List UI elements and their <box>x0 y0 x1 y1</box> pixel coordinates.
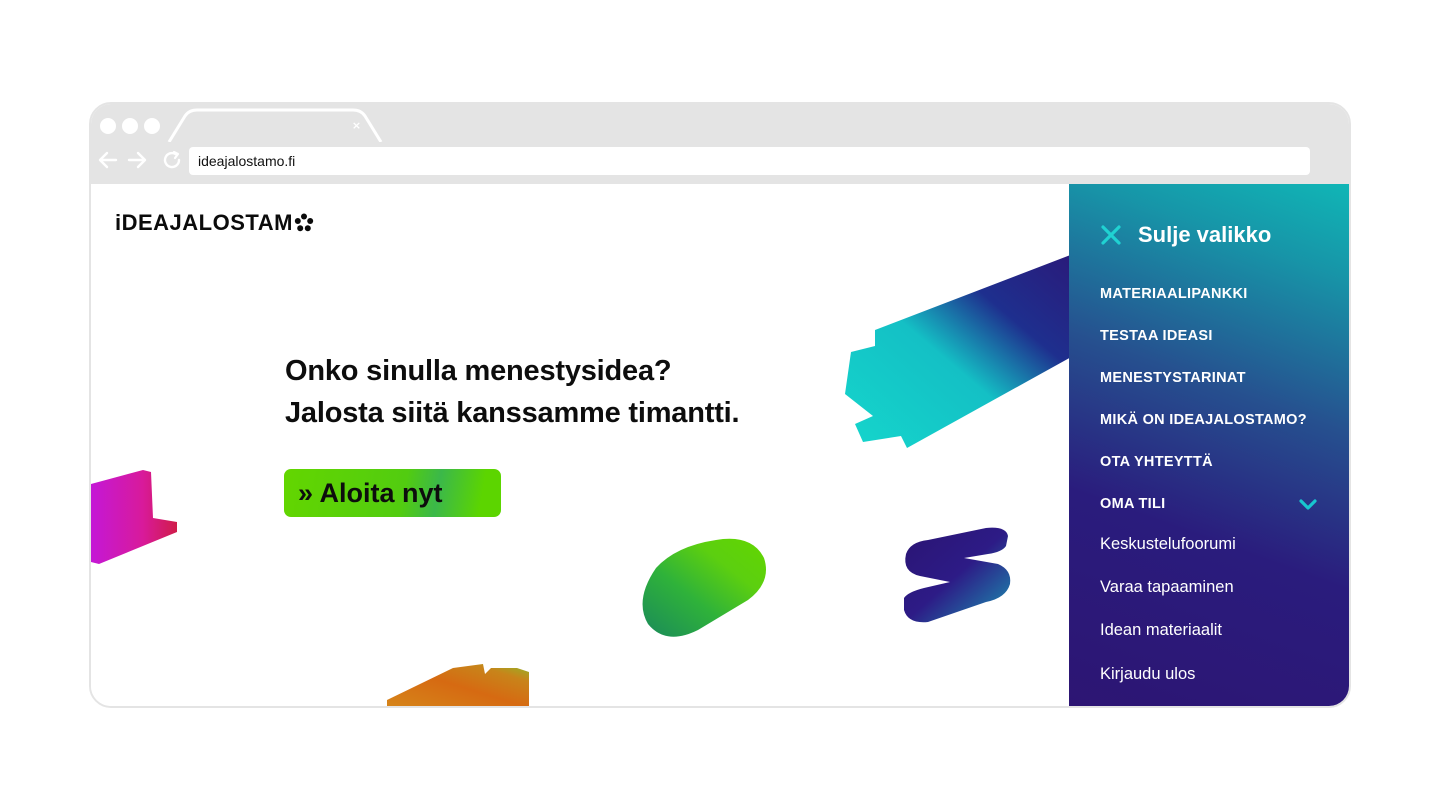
close-menu-label: Sulje valikko <box>1138 222 1272 247</box>
submenu-item-idean-materiaalit[interactable]: Idean materiaalit <box>1100 621 1222 640</box>
window-control-dot[interactable] <box>122 118 138 134</box>
close-icon <box>1101 225 1121 245</box>
forward-arrow-icon[interactable] <box>126 149 148 175</box>
hero-headline: Onko sinulla menestysidea? Jalosta siitä… <box>285 350 740 434</box>
start-now-button[interactable]: » Aloita nyt <box>284 469 501 517</box>
decorative-magenta-shape <box>91 470 177 564</box>
hero-headline-line-1: Onko sinulla menestysidea? <box>285 355 672 387</box>
hero-headline-line-2: Jalosta siitä kanssamme timantti. <box>285 397 740 429</box>
menu-item-mika-on-ideajalostamo[interactable]: MIKÄ ON IDEAJALOSTAMO? <box>1100 412 1307 428</box>
window-control-dot[interactable] <box>144 118 160 134</box>
reload-icon[interactable] <box>161 149 183 175</box>
decorative-green-capsule-shape <box>642 538 766 637</box>
address-bar[interactable]: ideajalostamo.fi <box>189 147 1310 175</box>
menu-item-ota-yhteytta[interactable]: OTA YHTEYTTÄ <box>1100 454 1213 470</box>
tab-close-icon[interactable]: × <box>349 118 364 133</box>
menu-item-oma-tili[interactable]: OMA TILI <box>1100 496 1166 512</box>
site-logo[interactable]: iDEAJALOSTAM <box>115 210 314 236</box>
decorative-orange-shape <box>387 664 529 706</box>
web-page: iDEAJALOSTAM Onko sinulla menestysidea? … <box>91 184 1349 706</box>
chevron-down-icon[interactable] <box>1298 498 1318 512</box>
close-menu-button[interactable]: Sulje valikko <box>1100 222 1271 248</box>
decorative-teal-bar-shape <box>845 254 1073 448</box>
window-control-dot[interactable] <box>100 118 116 134</box>
menu-item-testaa-ideasi[interactable]: TESTAA IDEASI <box>1100 328 1213 344</box>
menu-item-materiaalipankki[interactable]: MATERIAALIPANKKI <box>1100 286 1248 302</box>
browser-window: × ideajalostamo.fi iDEAJALOSTAM Onko sin… <box>89 102 1351 708</box>
browser-chrome: × ideajalostamo.fi <box>91 104 1349 184</box>
diamond-dots-icon <box>294 213 314 232</box>
menu-item-menestystarinat[interactable]: MENESTYSTARINAT <box>1100 370 1246 386</box>
side-menu: Sulje valikko MATERIAALIPANKKI TESTAA ID… <box>1069 184 1349 706</box>
decorative-purple-s-shape <box>904 527 1011 623</box>
submenu-item-keskustelufoorumi[interactable]: Keskustelufoorumi <box>1100 535 1236 554</box>
submenu-item-kirjaudu-ulos[interactable]: Kirjaudu ulos <box>1100 665 1195 684</box>
submenu-item-varaa-tapaaminen[interactable]: Varaa tapaaminen <box>1100 578 1234 597</box>
logo-text: iDEAJALOSTAM <box>115 210 293 235</box>
back-arrow-icon[interactable] <box>97 149 119 175</box>
